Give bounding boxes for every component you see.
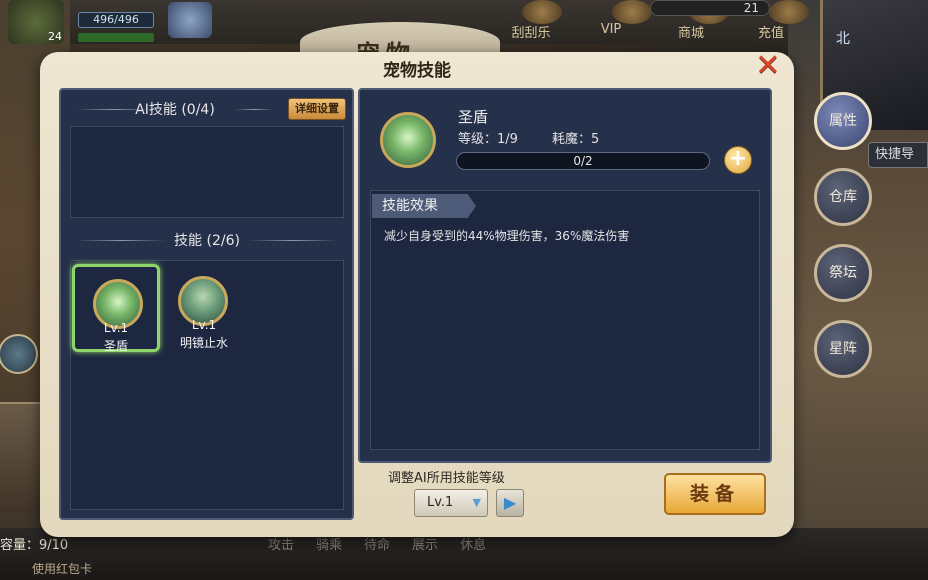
equip-button[interactable]: 装备 [664,473,766,515]
ai-level-select[interactable]: Lv.1 ▼ [414,489,488,517]
close-icon[interactable]: ✕ [755,51,781,81]
shortcut-nav-button[interactable]: 快捷导 [868,142,928,168]
pet-portrait[interactable] [168,2,212,38]
skill-name: 圣盾 [103,339,128,353]
upgrade-plus-button[interactable]: + [724,146,752,174]
ai-skill-slots [70,126,344,218]
skill-level: Lv.1 [191,318,217,332]
tab-star-array[interactable]: 星阵 [814,320,872,378]
skill-slot-holy-shield[interactable]: Lv.1 圣盾 [72,264,160,353]
recharge-icon [768,0,809,24]
skills-header: 技能 (2/6) [70,230,344,250]
skill-name: 明镜止水 [179,336,228,350]
tab-altar[interactable]: 祭坛 [814,244,872,302]
top-menu-vip[interactable]: VIP [580,0,652,40]
vip-icon [611,0,652,24]
top-menu-label: VIP [600,22,622,37]
minimap-north-label: 北 [836,31,850,47]
progress-text: 0/2 [573,154,593,168]
dialog-title: 宠物技能 [383,61,451,81]
tab-attributes[interactable]: 属性 [814,92,872,150]
bottom-tip: 使用红包卡 [32,562,93,576]
detail-settings-button[interactable]: 详细设置 [288,98,346,120]
top-menu-label: 刮刮乐 [511,26,551,41]
divider [248,240,338,241]
skills-header-label: 技能 (2/6) [174,233,240,249]
play-icon[interactable]: ▶ [496,489,524,517]
detail-skill-name: 圣盾 [458,108,489,126]
ai-skills-header-label: AI技能 (0/4) [135,102,215,118]
skill-effect-text: 减少自身受到的44%物理伤害，36%魔法伤害 [384,229,630,243]
shield-skill-icon [380,112,436,168]
top-menu-label: 商城 [677,26,704,41]
tab-warehouse[interactable]: 仓库 [814,168,872,226]
hp-bar: 496/496 [78,12,154,28]
divider [76,240,166,241]
skill-level: Lv.1 [103,321,129,335]
scratch-card-icon [522,0,563,24]
mp-bar [78,33,154,42]
top-menu-scratch[interactable]: 刮刮乐 [500,0,563,41]
ai-skills-header: AI技能 (0/4) [70,99,280,119]
player-level: 24 [48,30,62,43]
detail-skill-level: 等级：1/9 [458,132,518,147]
ai-level-value: Lv.1 [427,495,454,510]
detail-mana-cost: 耗魔：5 [552,132,600,147]
top-counter: 21 [650,0,770,16]
chevron-down-icon: ▼ [472,496,481,509]
skill-slot-mirror-water[interactable]: Lv.1 明镜止水 [160,264,248,352]
skill-effect-tag: 技能效果 [372,194,476,218]
top-menu-label: 充值 [757,26,784,41]
skill-upgrade-progress: 0/2 [456,152,710,170]
divider [234,109,274,110]
ai-level-label: 调整AI所用技能等级 [388,471,505,486]
